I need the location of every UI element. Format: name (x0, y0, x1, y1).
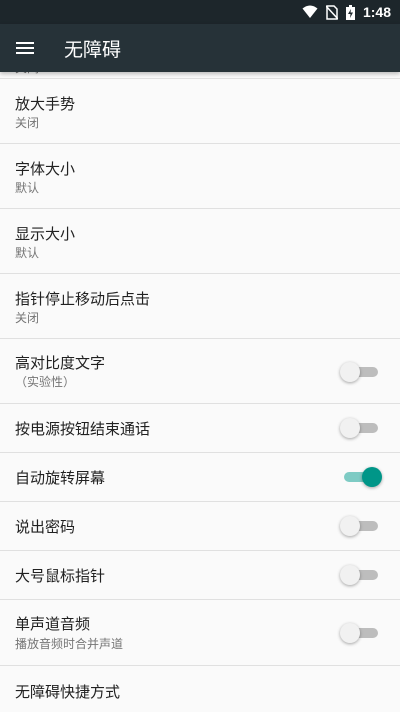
setting-summary: 关闭 (15, 116, 40, 130)
menu-icon (16, 39, 34, 58)
switch-thumb (340, 418, 360, 438)
page-title: 无障碍 (64, 38, 122, 61)
mono-audio-row[interactable]: 单声道音频 播放音频时合并声道 (0, 600, 400, 666)
auto-rotate-screen-toggle[interactable] (344, 467, 382, 487)
auto-rotate-screen-row[interactable]: 自动旋转屏幕 (0, 453, 400, 502)
setting-title: 自动旋转屏幕 (15, 469, 106, 487)
setting-title: 单声道音频 (15, 615, 91, 633)
setting-title: 说出密码 (15, 518, 76, 536)
setting-title: 显示大小 (15, 225, 76, 243)
partial-setting-row[interactable]: 关闭 (0, 72, 400, 79)
status-time: 1:48 (362, 4, 391, 20)
font-size-row[interactable]: 字体大小 默认 (0, 144, 400, 209)
setting-title: 指针停止移动后点击 (15, 290, 151, 308)
settings-list[interactable]: 关闭 放大手势 关闭 字体大小 默认 显示大小 默认 指针停止移动后点击 关闭 … (0, 72, 400, 712)
setting-summary: 播放音频时合并声道 (15, 637, 124, 651)
large-mouse-pointer-row[interactable]: 大号鼠标指针 (0, 551, 400, 600)
switch-thumb (362, 467, 382, 487)
power-button-ends-call-toggle[interactable] (340, 418, 378, 438)
high-contrast-text-toggle[interactable] (340, 362, 378, 382)
speak-passwords-row[interactable]: 说出密码 (0, 502, 400, 551)
click-after-pointer-stops-row[interactable]: 指针停止移动后点击 关闭 (0, 274, 400, 339)
navigation-menu-button[interactable] (0, 24, 50, 72)
setting-title: 大号鼠标指针 (15, 567, 106, 585)
switch-thumb (340, 623, 360, 643)
power-button-ends-call-row[interactable]: 按电源按钮结束通话 (0, 404, 400, 453)
accessibility-shortcut-row[interactable]: 无障碍快捷方式 (0, 666, 400, 712)
switch-thumb (340, 516, 360, 536)
status-bar: 1:48 (0, 0, 400, 24)
large-mouse-pointer-toggle[interactable] (340, 565, 378, 585)
wifi-icon (302, 5, 318, 19)
high-contrast-text-row[interactable]: 高对比度文字 （实验性） (0, 339, 400, 404)
switch-thumb (340, 565, 360, 585)
no-sim-icon (325, 4, 338, 20)
magnification-gestures-row[interactable]: 放大手势 关闭 (0, 79, 400, 144)
setting-title: 无障碍快捷方式 (15, 683, 121, 701)
mono-audio-toggle[interactable] (340, 623, 378, 643)
setting-title: 按电源按钮结束通话 (15, 420, 151, 438)
setting-title: 高对比度文字 (15, 354, 106, 372)
setting-summary: 关闭 (15, 72, 39, 76)
setting-summary: 关闭 (15, 311, 40, 325)
setting-title: 字体大小 (15, 160, 76, 178)
setting-summary: （实验性） (15, 375, 76, 389)
battery-charging-icon (345, 4, 355, 20)
display-size-row[interactable]: 显示大小 默认 (0, 209, 400, 274)
setting-title: 放大手势 (15, 95, 76, 113)
app-toolbar: 无障碍 (0, 24, 400, 72)
setting-summary: 默认 (15, 246, 40, 260)
switch-thumb (340, 362, 360, 382)
speak-passwords-toggle[interactable] (340, 516, 378, 536)
setting-summary: 默认 (15, 181, 40, 195)
